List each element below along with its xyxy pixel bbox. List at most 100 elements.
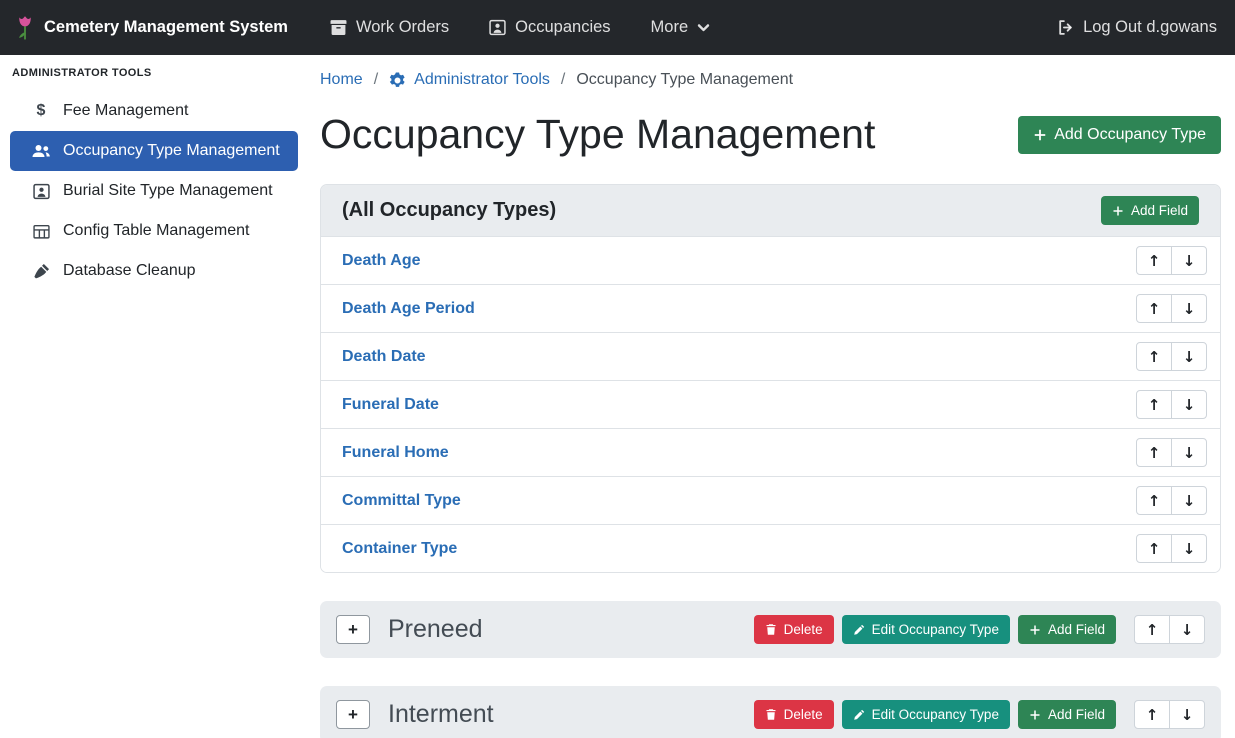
pencil-icon	[853, 709, 865, 721]
field-link[interactable]: Death Age	[334, 252, 421, 270]
reorder-button-group: ↑ ↓	[1136, 342, 1207, 371]
move-up-button[interactable]: ↑	[1136, 486, 1172, 515]
nav-more[interactable]: More	[651, 18, 711, 37]
delete-button[interactable]: Delete	[754, 615, 834, 644]
reorder-button-group: ↑ ↓	[1136, 486, 1207, 515]
nav-work-orders[interactable]: Work Orders	[330, 18, 449, 37]
dollar-icon: $	[30, 102, 52, 120]
plus-icon	[1029, 624, 1041, 636]
nav-occupancies[interactable]: Occupancies	[489, 18, 610, 37]
person-frame-icon	[30, 183, 52, 200]
move-down-button[interactable]: ↓	[1171, 438, 1207, 467]
person-frame-icon	[489, 19, 506, 36]
sidebar-item-config-table-management[interactable]: Config Table Management	[10, 211, 298, 251]
navbar-links: Work Orders Occupancies More	[330, 18, 710, 37]
move-down-button[interactable]: ↓	[1171, 390, 1207, 419]
page-title: Occupancy Type Management	[320, 111, 875, 158]
field-row: Death Age ↑ ↓	[321, 237, 1220, 285]
move-down-button[interactable]: ↓	[1171, 486, 1207, 515]
move-up-button[interactable]: ↑	[1136, 534, 1172, 563]
breadcrumb-admin-tools-link[interactable]: Administrator Tools	[389, 71, 550, 89]
field-link[interactable]: Container Type	[334, 540, 457, 558]
broom-icon	[30, 263, 52, 280]
breadcrumb: Home / Administrator Tools / Occupancy T…	[320, 71, 1221, 89]
logout-icon	[1057, 19, 1074, 36]
section-controls: Delete Edit Occupancy Type Add Field ↑	[754, 700, 1205, 729]
reorder-button-group: ↑ ↓	[1134, 700, 1205, 729]
expand-button[interactable]: +	[336, 700, 370, 729]
chevron-down-icon	[697, 21, 710, 34]
all-occupancy-types-card: (All Occupancy Types) Add Field Death Ag…	[320, 184, 1221, 573]
sidebar-item-occupancy-type-management[interactable]: Occupancy Type Management	[10, 131, 298, 171]
trash-icon	[765, 708, 777, 721]
move-down-button[interactable]: ↓	[1171, 534, 1207, 563]
pencil-icon	[853, 624, 865, 636]
move-up-button[interactable]: ↑	[1136, 342, 1172, 371]
section-controls: Delete Edit Occupancy Type Add Field ↑	[754, 615, 1205, 644]
table-icon	[30, 223, 52, 240]
reorder-button-group: ↑ ↓	[1136, 534, 1207, 563]
field-link[interactable]: Funeral Home	[334, 444, 449, 462]
delete-button[interactable]: Delete	[754, 700, 834, 729]
users-icon	[30, 143, 52, 159]
field-row: Funeral Home ↑ ↓	[321, 429, 1220, 477]
reorder-button-group: ↑ ↓	[1136, 390, 1207, 419]
top-navbar: Cemetery Management System Work Orders O…	[0, 0, 1235, 55]
add-field-button[interactable]: Add Field	[1101, 196, 1199, 225]
move-down-button[interactable]: ↓	[1171, 342, 1207, 371]
field-link[interactable]: Death Age Period	[334, 300, 475, 318]
app-title: Cemetery Management System	[44, 18, 288, 37]
move-up-button[interactable]: ↑	[1134, 700, 1170, 729]
field-row: Death Date ↑ ↓	[321, 333, 1220, 381]
breadcrumb-current: Occupancy Type Management	[576, 71, 793, 89]
sidebar: ADMINISTRATOR TOOLS $ Fee Management Occ…	[0, 55, 308, 738]
tulip-logo-icon	[16, 15, 34, 41]
move-up-button[interactable]: ↑	[1136, 438, 1172, 467]
breadcrumb-home-link[interactable]: Home	[320, 71, 363, 89]
section-name: Preneed	[388, 615, 483, 644]
add-field-button[interactable]: Add Field	[1018, 615, 1116, 644]
reorder-button-group: ↑ ↓	[1136, 246, 1207, 275]
reorder-button-group: ↑ ↓	[1136, 438, 1207, 467]
sidebar-item-burial-site-type-management[interactable]: Burial Site Type Management	[10, 171, 298, 211]
move-down-button[interactable]: ↓	[1169, 615, 1205, 644]
move-up-button[interactable]: ↑	[1136, 390, 1172, 419]
move-down-button[interactable]: ↓	[1171, 294, 1207, 323]
plus-icon	[1112, 205, 1124, 217]
reorder-button-group: ↑ ↓	[1136, 294, 1207, 323]
move-up-button[interactable]: ↑	[1136, 246, 1172, 275]
move-down-button[interactable]: ↓	[1171, 246, 1207, 275]
move-up-button[interactable]: ↑	[1134, 615, 1170, 644]
occupancy-type-section-interment: + Interment Delete Edit Occupancy Type	[320, 686, 1221, 738]
main-content: Home / Administrator Tools / Occupancy T…	[308, 55, 1235, 738]
reorder-button-group: ↑ ↓	[1134, 615, 1205, 644]
edit-occupancy-type-button[interactable]: Edit Occupancy Type	[842, 615, 1010, 644]
field-row: Container Type ↑ ↓	[321, 525, 1220, 572]
section-name: Interment	[388, 700, 494, 729]
add-field-button[interactable]: Add Field	[1018, 700, 1116, 729]
expand-button[interactable]: +	[336, 615, 370, 644]
field-link[interactable]: Committal Type	[334, 492, 461, 510]
occupancy-type-section-preneed: + Preneed Delete Edit Occupancy Type	[320, 601, 1221, 658]
sidebar-heading: ADMINISTRATOR TOOLS	[0, 67, 308, 79]
move-down-button[interactable]: ↓	[1169, 700, 1205, 729]
field-link[interactable]: Death Date	[334, 348, 426, 366]
box-archive-icon	[330, 19, 347, 36]
logout-button[interactable]: Log Out d.gowans	[1057, 18, 1217, 37]
trash-icon	[765, 623, 777, 636]
sidebar-item-database-cleanup[interactable]: Database Cleanup	[10, 251, 298, 291]
plus-icon	[1029, 709, 1041, 721]
breadcrumb-separator: /	[374, 71, 378, 89]
field-row: Death Age Period ↑ ↓	[321, 285, 1220, 333]
field-link[interactable]: Funeral Date	[334, 396, 439, 414]
field-row: Committal Type ↑ ↓	[321, 477, 1220, 525]
move-up-button[interactable]: ↑	[1136, 294, 1172, 323]
edit-occupancy-type-button[interactable]: Edit Occupancy Type	[842, 700, 1010, 729]
all-occupancy-types-header: (All Occupancy Types) Add Field	[321, 185, 1220, 237]
card-title: (All Occupancy Types)	[342, 199, 556, 222]
breadcrumb-separator: /	[561, 71, 565, 89]
add-occupancy-type-button[interactable]: Add Occupancy Type	[1018, 116, 1221, 154]
app-brand[interactable]: Cemetery Management System	[16, 15, 288, 41]
gear-icon	[389, 72, 406, 89]
sidebar-item-fee-management[interactable]: $ Fee Management	[10, 91, 298, 131]
